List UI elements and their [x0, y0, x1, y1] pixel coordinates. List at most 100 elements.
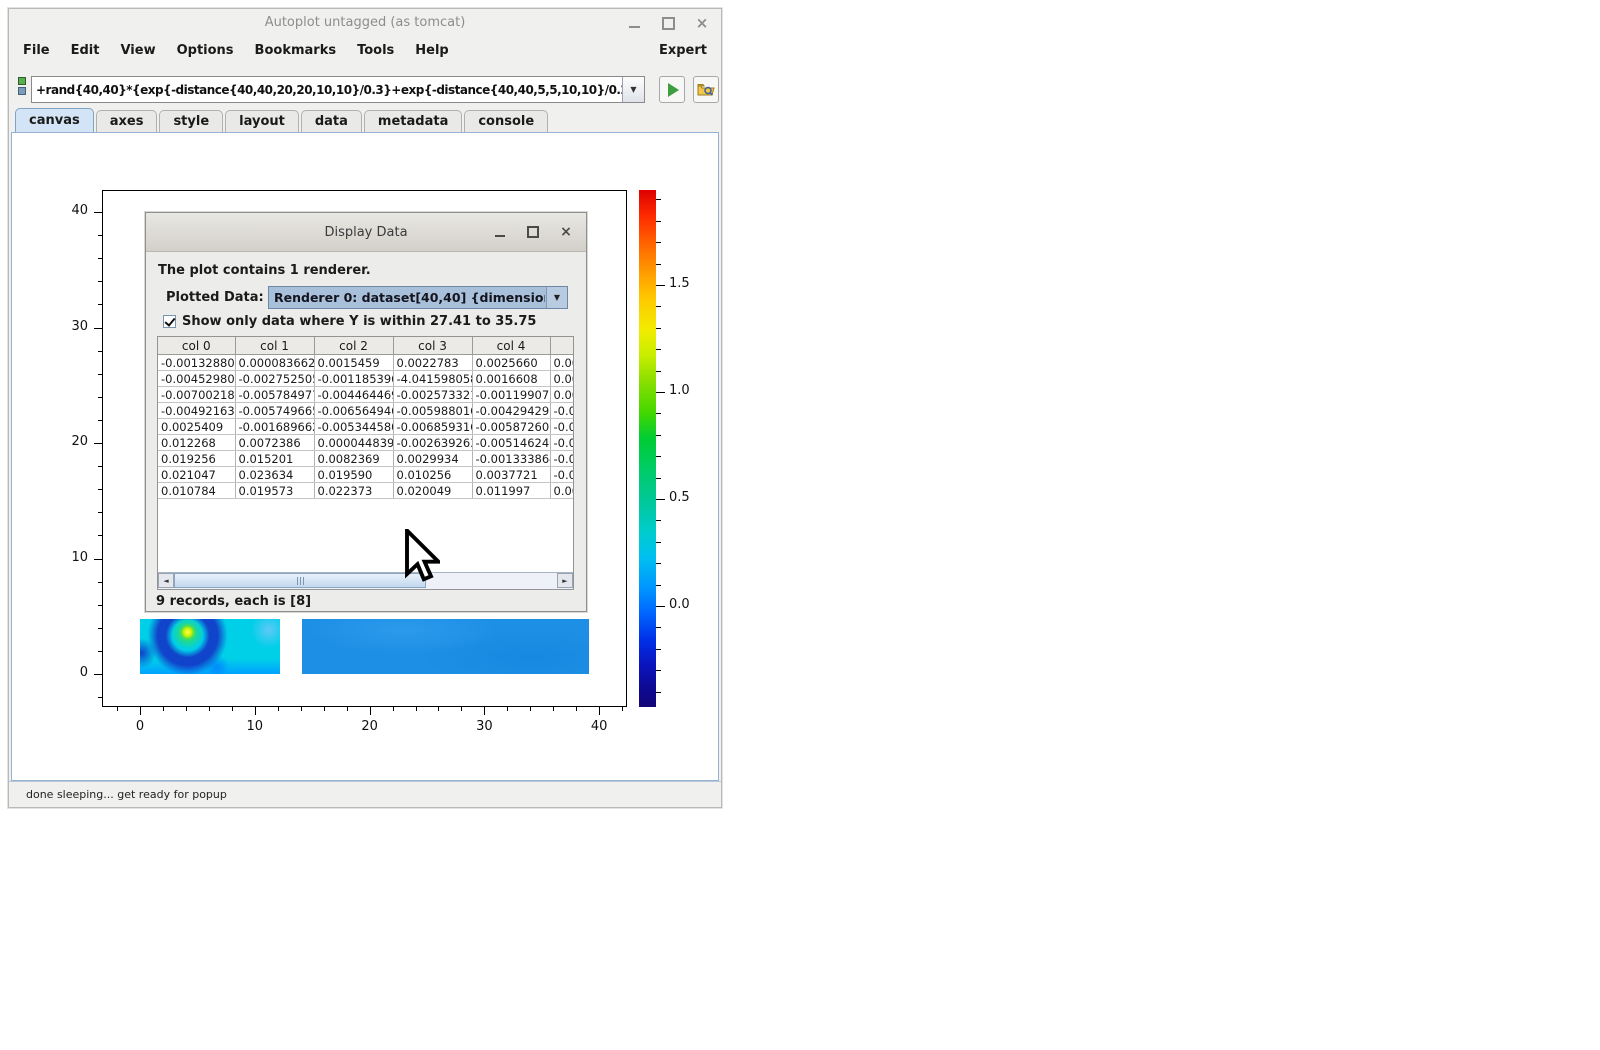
table-cell: -0.0	[550, 419, 573, 435]
scroll-right-icon: ►	[562, 577, 567, 585]
axis-tick	[94, 328, 102, 329]
menu-options[interactable]: Options	[177, 43, 234, 58]
table-cell: 0.0029934	[393, 451, 472, 467]
scroll-left-button[interactable]: ◄	[158, 573, 174, 588]
spectrogram-patch-left	[140, 619, 280, 674]
tab-metadata[interactable]: metadata	[364, 110, 462, 132]
tab-data[interactable]: data	[301, 110, 362, 132]
horizontal-scrollbar[interactable]: ◄ ►	[158, 572, 573, 589]
table-row[interactable]: 0.0107840.0195730.0223730.0200490.011997…	[158, 483, 573, 499]
desktop: { "window": { "title": "Autoplot untagge…	[0, 0, 1600, 1050]
chevron-down-icon[interactable]: ▼	[546, 287, 567, 308]
table-cell: -0.005146240...	[472, 435, 550, 451]
table-row[interactable]: -0.007002187...-0.005784977...-0.0044644…	[158, 387, 573, 403]
play-icon	[668, 83, 679, 97]
minimize-icon	[495, 235, 505, 237]
dialog-maximize-button[interactable]	[525, 224, 541, 240]
axis-tick-label: 20	[355, 719, 385, 734]
axis-tick	[98, 605, 102, 606]
dialog-minimize-button[interactable]	[492, 224, 508, 240]
table-cell: 0.000044839	[314, 435, 393, 451]
scrollbar-thumb[interactable]	[174, 573, 426, 588]
menu-edit[interactable]: Edit	[71, 43, 100, 58]
table-header-cell: col 4	[472, 337, 550, 355]
table-cell: 0.00	[550, 371, 573, 387]
y-filter-label: Show only data where Y is within 27.41 t…	[182, 314, 536, 329]
plot-canvas[interactable]: 0102030400102030401.51.00.50.0 Display D…	[11, 132, 719, 781]
status-bar: done sleeping... get ready for popup	[9, 781, 721, 807]
table-row[interactable]: -0.001328804...0.0000836620.00154590.002…	[158, 355, 573, 371]
data-table-viewport: col 0col 1col 2col 3col 4 -0.001328804..…	[158, 337, 573, 573]
table-row[interactable]: -0.004529800...-0.002752505...-0.0011853…	[158, 371, 573, 387]
window-title: Autoplot untagged (as tomcat)	[9, 15, 721, 30]
axis-tick	[98, 697, 102, 698]
uri-dropdown-button[interactable]: ▼	[622, 77, 644, 102]
menu-file[interactable]: File	[23, 43, 50, 58]
menu-expert[interactable]: Expert	[659, 43, 707, 58]
axis-tick-label: 1.5	[669, 276, 703, 291]
axis-tick	[656, 349, 661, 350]
table-cell: -0.002639263...	[393, 435, 472, 451]
tab-strip: canvasaxesstylelayoutdatametadataconsole	[9, 109, 721, 132]
tab-style[interactable]: style	[159, 110, 223, 132]
axis-tick-label: 20	[56, 434, 88, 449]
scroll-right-button[interactable]: ►	[557, 573, 573, 588]
axis-tick	[656, 221, 661, 222]
table-cell: -0.002573321...	[393, 387, 472, 403]
axis-tick	[117, 707, 118, 711]
close-icon: ×	[560, 225, 572, 239]
axis-tick	[98, 374, 102, 375]
maximize-button[interactable]	[659, 14, 677, 32]
close-button[interactable]: ×	[693, 14, 711, 32]
axis-tick	[656, 627, 661, 628]
table-row[interactable]: 0.0210470.0236340.0195900.0102560.003772…	[158, 467, 573, 483]
table-cell: 0.000083662	[235, 355, 314, 371]
menu-bar: File Edit View Options Bookmarks Tools Help Exp…	[9, 37, 721, 64]
menu-bookmarks[interactable]: Bookmarks	[255, 43, 337, 58]
menu-tools[interactable]: Tools	[357, 43, 394, 58]
axis-tick	[98, 535, 102, 536]
minimize-button[interactable]	[625, 14, 643, 32]
axis-tick	[438, 707, 439, 711]
tab-console[interactable]: console	[464, 110, 548, 132]
dialog-close-button[interactable]: ×	[558, 224, 574, 240]
spectrogram-patch-right	[302, 619, 589, 674]
plotted-data-select[interactable]: Renderer 0: dataset[40,40] {dimension...…	[268, 286, 568, 309]
table-cell: 0.0025660	[472, 355, 550, 371]
uri-toolbar: ▼	[9, 64, 721, 109]
axis-tick	[553, 707, 554, 711]
tab-layout[interactable]: layout	[225, 110, 299, 132]
table-header-row: col 0col 1col 2col 3col 4	[158, 337, 573, 355]
axis-tick	[416, 707, 417, 711]
browse-button[interactable]	[693, 76, 719, 103]
go-button[interactable]	[659, 76, 685, 103]
axis-tick	[98, 304, 102, 305]
axis-tick	[370, 707, 371, 715]
table-cell: -0.0	[550, 467, 573, 483]
axis-tick	[656, 692, 661, 693]
uri-input[interactable]	[32, 77, 628, 102]
uri-field: ▼	[31, 76, 645, 103]
table-cell: 0.00	[550, 387, 573, 403]
axis-tick	[656, 563, 661, 564]
window-titlebar[interactable]: Autoplot untagged (as tomcat) ×	[9, 9, 721, 37]
axis-tick	[98, 512, 102, 513]
axis-tick	[530, 707, 531, 711]
status-text: done sleeping... get ready for popup	[26, 788, 227, 801]
dialog-titlebar[interactable]: Display Data ×	[146, 213, 586, 252]
table-row[interactable]: 0.0122680.00723860.000044839-0.002639263…	[158, 435, 573, 451]
tab-canvas[interactable]: canvas	[15, 108, 94, 132]
menu-help[interactable]: Help	[415, 43, 448, 58]
menu-view[interactable]: View	[120, 43, 155, 58]
plotted-data-value: Renderer 0: dataset[40,40] {dimension...	[274, 290, 545, 305]
table-cell: 0.010784	[158, 483, 235, 499]
table-cell: -0.001689662...	[235, 419, 314, 435]
table-row[interactable]: -0.004921634...-0.005749665...-0.0065649…	[158, 403, 573, 419]
table-cell: 0.019590	[314, 467, 393, 483]
table-cell: -0.006564946...	[314, 403, 393, 419]
chevron-down-icon: ▼	[630, 85, 636, 94]
y-filter-checkbox[interactable]	[163, 315, 176, 328]
table-row[interactable]: 0.0192560.0152010.00823690.0029934-0.001…	[158, 451, 573, 467]
table-row[interactable]: 0.0025409-0.001689662...-0.005344580...-…	[158, 419, 573, 435]
tab-axes[interactable]: axes	[96, 110, 158, 132]
